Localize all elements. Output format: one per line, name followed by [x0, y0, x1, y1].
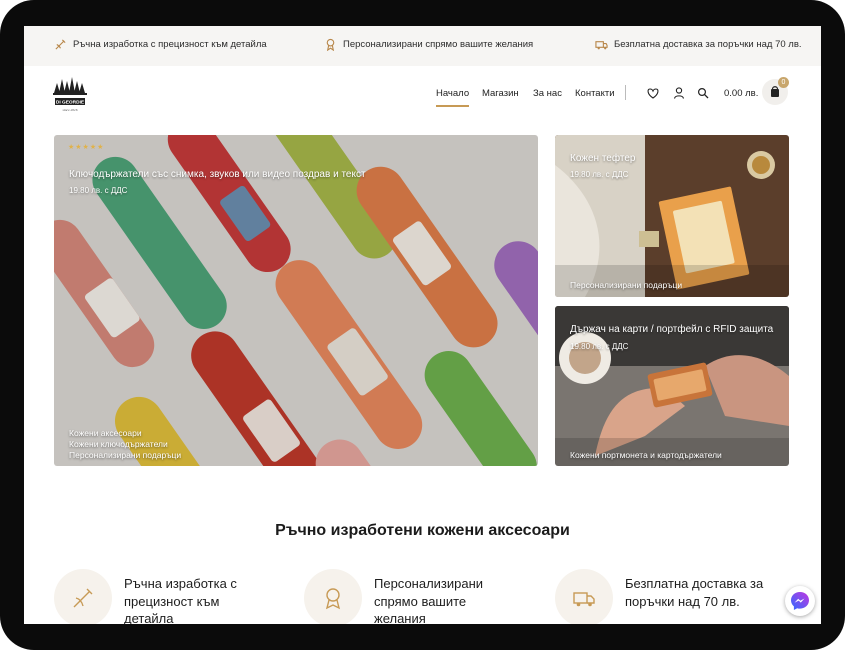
category-link[interactable]: Кожени портмонета и картодържатели [570, 450, 722, 460]
feature-icon-circle [555, 569, 613, 624]
svg-text:DI GEORDIE: DI GEORDIE [56, 100, 85, 106]
feature-text: Безплатна доставка за поръчки над 70 лв. [625, 576, 764, 609]
nav-link-home[interactable]: Начало [436, 88, 470, 107]
announcement-item: Ръчна изработка с прецизност към детайла [54, 38, 267, 51]
nav-divider [625, 85, 626, 100]
site-logo[interactable]: DI GEORDIE since 2016 [52, 73, 88, 117]
announcement-text: Персонализирани спрямо вашите желания [343, 39, 534, 50]
cart-total[interactable]: 0.00 лв. [724, 88, 758, 99]
award-ribbon-icon [326, 38, 335, 51]
section-title: Ръчно изработени кожени аксесоари [275, 522, 570, 539]
announcement-text: Безплатна доставка за поръчки над 70 лв. [614, 39, 802, 50]
nav-link-about[interactable]: За нас [533, 88, 562, 99]
award-ribbon-icon [325, 588, 341, 610]
site-header: DI GEORDIE since 2016 Начало Магазин За … [24, 66, 821, 132]
messenger-icon [791, 592, 809, 610]
card-title[interactable]: Държач на карти / портфейл с RFID защита [570, 324, 773, 335]
delivery-truck-icon [573, 592, 595, 607]
messenger-chat-button[interactable] [785, 586, 815, 616]
card-price: 19.80 лв. с ДДС [570, 170, 629, 179]
nav-link-contacts[interactable]: Контакти [575, 88, 615, 99]
announcement-item: Персонализирани спрямо вашите желания [324, 38, 533, 51]
feature-icon-circle [304, 569, 362, 624]
keychains-photo [54, 135, 538, 466]
category-link[interactable]: Персонализирани подаръци [570, 280, 682, 290]
heart-icon[interactable] [646, 86, 660, 100]
delivery-truck-icon [595, 41, 608, 50]
category-card-notebook[interactable]: Кожен тефтер 19.80 лв. с ДДС Персонализи… [555, 135, 789, 297]
feature-text: Персонализирани спрямо вашите желания [374, 576, 484, 624]
card-title[interactable]: Ключодържатели със снимка, звуков или ви… [69, 169, 366, 180]
rating-stars: ★★★★★ [68, 144, 105, 151]
nav-link-shop[interactable]: Магазин [482, 88, 519, 99]
category-card-keychains[interactable]: ★★★★★ Ключодържатели със снимка, звуков … [54, 135, 538, 466]
browser-viewport: Ръчна изработка с прецизност към детайла… [24, 26, 821, 624]
category-link[interactable]: Кожени аксесоари [69, 428, 142, 438]
feature-text: Ръчна изработка с прецизност към детайла [124, 576, 237, 624]
card-price: 19.80 лв. с ДДС [69, 186, 128, 195]
logo-mark: DI GEORDIE since 2016 [53, 77, 87, 112]
svg-text:since 2016: since 2016 [62, 108, 77, 112]
user-icon[interactable] [672, 86, 686, 100]
announcement-bar: Ръчна изработка с прецизност към детайла… [24, 26, 821, 66]
category-card-cardholder[interactable]: Държач на карти / портфейл с RFID защита… [555, 306, 789, 466]
card-price: 19.80 лв. с ДДС [570, 342, 629, 351]
announcement-item: Безплатна доставка за поръчки над 70 лв. [595, 38, 802, 51]
cart-count-badge: 0 [778, 77, 789, 88]
needle-icon [73, 588, 93, 608]
feature-icon-circle [54, 569, 112, 624]
category-link[interactable]: Персонализирани подаръци [69, 450, 181, 460]
announcement-text: Ръчна изработка с прецизност към детайла [73, 39, 267, 50]
card-title[interactable]: Кожен тефтер [570, 153, 635, 164]
needle-icon [55, 39, 66, 50]
search-icon[interactable] [696, 86, 710, 100]
category-link[interactable]: Кожени ключодържатели [69, 439, 168, 449]
